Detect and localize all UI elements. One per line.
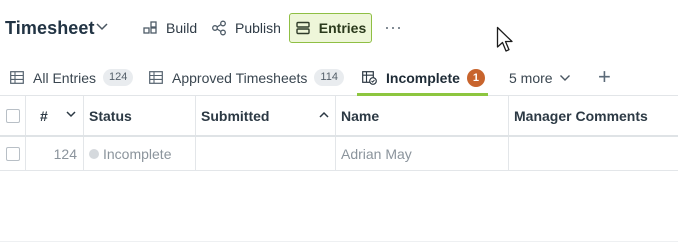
cell-status[interactable]: Incomplete: [84, 137, 196, 170]
sort-ascending-icon[interactable]: [319, 111, 329, 118]
build-icon: [143, 21, 157, 34]
cell-number[interactable]: 124: [26, 137, 84, 170]
entries-icon: [296, 21, 310, 35]
top-toolbar: Timesheet Build Publish Entries ···: [0, 0, 678, 56]
select-all-checkbox[interactable]: [5, 108, 20, 123]
publish-label: Publish: [235, 20, 281, 36]
cell-submitted[interactable]: [196, 137, 336, 170]
divider: [0, 241, 678, 242]
chevron-down-icon[interactable]: [66, 111, 76, 118]
entries-button[interactable]: Entries: [289, 13, 372, 43]
table-icon: [10, 71, 24, 84]
row-number: 124: [53, 145, 77, 162]
status-value: Incomplete: [103, 145, 172, 162]
tab-label: Approved Timesheets: [172, 69, 308, 86]
table-row[interactable]: 124 Incomplete Adrian May: [0, 137, 678, 171]
count-badge: 124: [103, 69, 134, 86]
column-label: Submitted: [201, 107, 270, 124]
tab-label: Incomplete: [386, 69, 460, 86]
build-button[interactable]: Build: [142, 13, 197, 43]
tab-approved-timesheets[interactable]: Approved Timesheets 114: [149, 60, 344, 95]
add-view-button[interactable]: +: [598, 59, 611, 94]
row-checkbox[interactable]: [5, 146, 20, 161]
tab-label: All Entries: [33, 69, 97, 86]
mouse-cursor-icon: [496, 26, 513, 52]
count-badge: 114: [314, 69, 344, 86]
status-dot-icon: [89, 148, 99, 159]
column-header-name[interactable]: Name: [336, 96, 509, 135]
publish-button[interactable]: Publish: [211, 13, 281, 43]
column-label: Manager Comments: [514, 107, 648, 124]
entries-label: Entries: [318, 20, 367, 36]
cell-name[interactable]: Adrian May: [336, 137, 509, 170]
plus-icon: +: [598, 63, 611, 89]
tab-incomplete[interactable]: Incomplete 1: [362, 60, 485, 95]
column-header-number[interactable]: #: [26, 96, 84, 135]
chevron-down-icon: [559, 74, 570, 81]
select-all-cell: [0, 96, 26, 135]
more-options-button[interactable]: ···: [383, 12, 403, 42]
tab-label: 5 more: [509, 69, 553, 86]
cell-manager-comments[interactable]: [509, 137, 678, 170]
more-options-icon: ···: [384, 16, 402, 37]
name-value: Adrian May: [341, 145, 412, 162]
column-label: Name: [341, 107, 380, 124]
count-badge: 1: [466, 68, 485, 87]
tab-all-entries[interactable]: All Entries 124: [10, 60, 134, 95]
row-select-cell: [0, 137, 26, 170]
column-header-submitted[interactable]: Submitted: [196, 96, 336, 135]
table-icon: [149, 71, 163, 84]
build-label: Build: [166, 20, 198, 36]
chevron-down-icon[interactable]: [95, 22, 109, 32]
view-tabs: All Entries 124 Approved Timesheets 114 …: [0, 60, 678, 96]
column-header-manager-comments[interactable]: Manager Comments: [509, 96, 678, 135]
tab-more-views[interactable]: 5 more: [509, 60, 571, 95]
table-header-row: # Status Submitted Name Manager Comments: [0, 96, 678, 137]
column-header-status[interactable]: Status: [84, 96, 196, 135]
column-label: Status: [89, 107, 132, 124]
app-title[interactable]: Timesheet: [5, 18, 95, 39]
column-label: #: [40, 107, 48, 124]
table-filter-icon: [362, 70, 377, 85]
share-icon: [212, 20, 226, 36]
